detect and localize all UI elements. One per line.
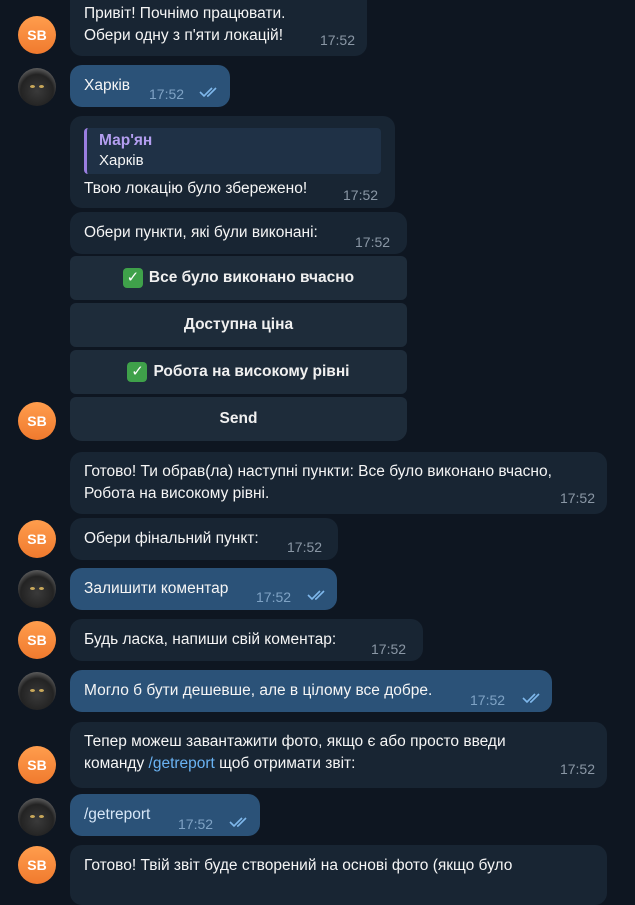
message-time: 17:52 <box>559 490 595 506</box>
keyboard-button-affordable-price[interactable]: Доступна ціна <box>70 303 407 347</box>
message-bubble-user: /getreport 17:52 <box>70 794 260 836</box>
message-bubble-bot: Тепер можеш завантажити фото, якщо є або… <box>70 722 607 788</box>
message-time: 17:52 <box>149 86 185 102</box>
message-bubble-user: Могло б бути дешевше, але в цілому все д… <box>70 670 552 712</box>
command-link[interactable]: /getreport <box>84 806 150 823</box>
double-check-icon <box>229 817 247 828</box>
avatar-initials: SB <box>27 632 47 648</box>
message-text: Будь ласка, напиши свій коментар: <box>84 631 337 648</box>
command-link[interactable]: /getreport <box>149 755 215 772</box>
message-bubble-user: Залишити коментар 17:52 <box>70 568 337 610</box>
avatar-initials: SB <box>27 413 47 429</box>
message-text: Обери фінальний пункт: <box>84 530 259 547</box>
bot-avatar[interactable]: SB <box>18 621 56 659</box>
message-text: Обери одну з п'яти локацій! <box>84 27 283 44</box>
message-text-part: щоб отримати звіт: <box>214 755 356 772</box>
avatar-initials: SB <box>27 857 47 873</box>
avatar-initials: SB <box>27 27 47 43</box>
message-time: 17:52 <box>470 692 506 708</box>
keyboard-button-label: Робота на високому рівні <box>153 363 350 380</box>
message-bubble-bot: Обери фінальний пункт: 17:52 <box>70 518 338 560</box>
user-avatar[interactable] <box>18 570 56 608</box>
check-mark-icon: ✓ <box>127 362 148 382</box>
message-time: 17:52 <box>559 761 595 777</box>
bot-avatar[interactable]: SB <box>18 402 56 440</box>
message-text: Твою локацію було збережено! <box>84 180 308 197</box>
message-text: Робота на високому рівні. <box>84 485 270 502</box>
user-avatar[interactable] <box>18 798 56 836</box>
message-text-part: команду <box>84 755 149 772</box>
message-text: Готово! Твій звіт буде створений на осно… <box>84 857 513 874</box>
message-text: команду /getreport щоб отримати звіт: <box>84 753 593 775</box>
keyboard-button-high-quality[interactable]: ✓ Робота на високому рівні <box>70 350 407 394</box>
keyboard-button-label: Доступна ціна <box>183 316 294 333</box>
double-check-icon <box>199 87 217 98</box>
message-bubble-bot: Обери пункти, які були виконані: 17:52 <box>70 212 407 254</box>
keyboard-button-label: Send <box>219 410 258 427</box>
message-time: 17:52 <box>343 187 379 203</box>
message-text: Могло б бути дешевше, але в цілому все д… <box>84 682 433 699</box>
bot-avatar[interactable]: SB <box>18 746 56 784</box>
message-time: 17:52 <box>178 816 214 832</box>
message-bubble-bot: Привіт! Почнімо працювати. Обери одну з … <box>70 0 367 56</box>
message-time: 17:52 <box>287 539 323 555</box>
message-time: 17:52 <box>319 32 355 48</box>
message-time: 17:52 <box>355 234 391 250</box>
message-text: Обери пункти, які були виконані: <box>84 224 318 241</box>
bot-avatar[interactable]: SB <box>18 846 56 884</box>
check-mark-icon: ✓ <box>122 268 143 288</box>
message-bubble-bot: Готово! Твій звіт буде створений на осно… <box>70 845 607 905</box>
reply-text: Харків <box>99 152 144 169</box>
message-text: Харків <box>84 77 131 94</box>
avatar-initials: SB <box>27 531 47 547</box>
message-text: Залишити коментар <box>84 580 229 597</box>
message-bubble-user: Харків 17:52 <box>70 65 230 107</box>
double-check-icon <box>307 590 325 601</box>
double-check-icon <box>522 693 540 704</box>
keyboard-button-on-time[interactable]: ✓ Все було виконано вчасно <box>70 256 407 300</box>
bot-avatar[interactable]: SB <box>18 16 56 54</box>
message-text: Привіт! Почнімо працювати. <box>84 5 286 22</box>
message-text: Тепер можеш завантажити фото, якщо є або… <box>84 733 506 750</box>
message-text: Готово! Ти обрав(ла) наступні пункти: Вс… <box>84 463 552 480</box>
reply-author: Мар'ян <box>99 132 153 149</box>
reply-quote[interactable]: Мар'ян Харків <box>84 128 381 174</box>
bot-avatar[interactable]: SB <box>18 520 56 558</box>
message-time: 17:52 <box>256 589 292 605</box>
message-time: 17:52 <box>371 641 407 657</box>
user-avatar[interactable] <box>18 672 56 710</box>
keyboard-button-send[interactable]: Send <box>70 397 407 441</box>
user-avatar[interactable] <box>18 68 56 106</box>
avatar-initials: SB <box>27 757 47 773</box>
keyboard-button-label: Все було виконано вчасно <box>148 269 355 286</box>
message-bubble-bot: Будь ласка, напиши свій коментар: 17:52 <box>70 619 423 661</box>
message-bubble-bot: Готово! Ти обрав(ла) наступні пункти: Вс… <box>70 452 607 514</box>
